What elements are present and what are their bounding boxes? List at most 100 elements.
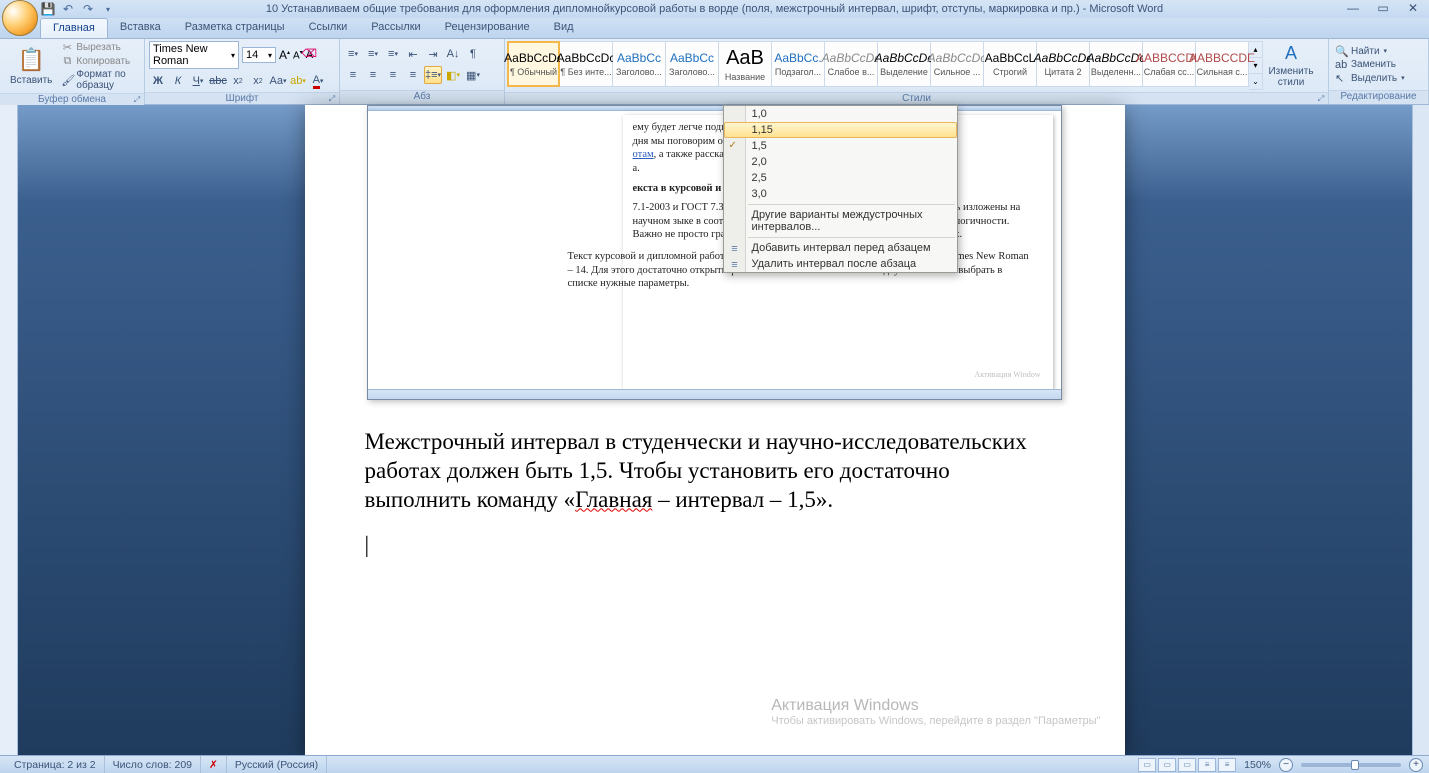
align-center-button[interactable]: ≡ bbox=[364, 66, 382, 84]
gallery-more-button[interactable]: ⌄ bbox=[1249, 74, 1262, 89]
close-button[interactable]: ✕ bbox=[1401, 1, 1425, 15]
style-item[interactable]: AABBCCDEСильная с... bbox=[1196, 41, 1249, 87]
style-item[interactable]: AaBbCcDcСлабое в... bbox=[825, 41, 878, 87]
window-title: 10 Устанавливаем общие требования для оф… bbox=[0, 3, 1429, 15]
sort-button[interactable]: A↓ bbox=[444, 45, 462, 63]
zoom-in-button[interactable]: + bbox=[1409, 758, 1423, 772]
font-color-button[interactable]: A▾ bbox=[309, 72, 327, 90]
zoom-out-button[interactable]: − bbox=[1279, 758, 1293, 772]
scissors-icon: ✂ bbox=[61, 41, 73, 54]
italic-button[interactable]: К bbox=[169, 72, 187, 90]
tab-page-layout[interactable]: Разметка страницы bbox=[173, 18, 297, 38]
status-page[interactable]: Страница: 2 из 2 bbox=[6, 756, 105, 773]
align-right-button[interactable]: ≡ bbox=[384, 66, 402, 84]
spacing-option-2.5[interactable]: 2,5 bbox=[724, 170, 957, 186]
subscript-button[interactable]: x2 bbox=[229, 72, 247, 90]
cut-button[interactable]: ✂Вырезать bbox=[58, 41, 140, 54]
find-button[interactable]: 🔍Найти▾ bbox=[1335, 45, 1422, 58]
numbering-button[interactable]: ≡▾ bbox=[364, 45, 382, 63]
borders-button[interactable]: ▦▾ bbox=[464, 66, 482, 84]
view-draft-button[interactable]: ≡ bbox=[1218, 758, 1236, 772]
spacing-other-options[interactable]: Другие варианты междустрочных интервалов… bbox=[724, 207, 957, 235]
tab-references[interactable]: Ссылки bbox=[297, 18, 360, 38]
justify-button[interactable]: ≡ bbox=[404, 66, 422, 84]
indent-button[interactable]: ⇥ bbox=[424, 45, 442, 63]
style-item[interactable]: AaBbCcDc¶ Обычный bbox=[507, 41, 560, 87]
font-size-combo[interactable]: 14▾ bbox=[242, 47, 276, 63]
style-item[interactable]: AaBbCcLСтрогий bbox=[984, 41, 1037, 87]
bold-button[interactable]: Ж bbox=[149, 72, 167, 90]
style-item[interactable]: AaBbCcDcСильное ... bbox=[931, 41, 984, 87]
style-name-label: Заголово... bbox=[669, 67, 715, 77]
status-words[interactable]: Число слов: 209 bbox=[105, 756, 201, 773]
strike-button[interactable]: abc bbox=[209, 72, 227, 90]
tab-review[interactable]: Рецензирование bbox=[433, 18, 542, 38]
tab-insert[interactable]: Вставка bbox=[108, 18, 173, 38]
select-button[interactable]: ↖Выделить▾ bbox=[1335, 72, 1422, 85]
change-styles-button[interactable]: A Изменить стили bbox=[1263, 41, 1319, 90]
remove-space-after[interactable]: ≡Удалить интервал после абзаца bbox=[724, 256, 957, 272]
superscript-button[interactable]: x2 bbox=[249, 72, 267, 90]
vertical-ruler[interactable] bbox=[0, 105, 18, 755]
copy-button[interactable]: ⧉Копировать bbox=[58, 55, 140, 68]
font-name-combo[interactable]: Times New Roman▾ bbox=[149, 41, 239, 69]
dialog-launcher-icon[interactable]: ⤢ bbox=[1316, 94, 1326, 104]
spacing-option-1.0[interactable]: 1,0 bbox=[724, 106, 957, 122]
align-left-button[interactable]: ≡ bbox=[344, 66, 362, 84]
status-bar: Страница: 2 из 2 Число слов: 209 ✗ Русск… bbox=[0, 755, 1429, 773]
redo-icon[interactable]: ↷ bbox=[80, 1, 96, 17]
replace-button[interactable]: abЗаменить bbox=[1335, 59, 1422, 71]
outdent-button[interactable]: ⇤ bbox=[404, 45, 422, 63]
style-item[interactable]: AaBНазвание bbox=[719, 41, 772, 87]
tab-mailings[interactable]: Рассылки bbox=[359, 18, 432, 38]
minimize-button[interactable]: — bbox=[1341, 1, 1365, 15]
add-space-before[interactable]: ≡Добавить интервал перед абзацем bbox=[724, 240, 957, 256]
qat-customize-icon[interactable]: ▾ bbox=[100, 1, 116, 17]
spacing-option-1.15[interactable]: 1,15 bbox=[724, 122, 957, 138]
save-icon[interactable]: 💾 bbox=[40, 1, 56, 17]
style-item[interactable]: AaBbCcЗаголово... bbox=[613, 41, 666, 87]
spacing-option-3.0[interactable]: 3,0 bbox=[724, 186, 957, 202]
vertical-scrollbar[interactable] bbox=[1412, 105, 1429, 755]
view-outline-button[interactable]: ≡ bbox=[1198, 758, 1216, 772]
view-web-button[interactable]: ▭ bbox=[1178, 758, 1196, 772]
style-item[interactable]: AaBbCcЗаголово... bbox=[666, 41, 719, 87]
clear-format-button[interactable]: A⌫ bbox=[306, 49, 313, 61]
grow-font-button[interactable]: A▴ bbox=[279, 48, 290, 62]
tab-home[interactable]: Главная bbox=[40, 18, 108, 38]
gallery-down-button[interactable]: ▾ bbox=[1249, 58, 1262, 74]
office-button[interactable] bbox=[2, 0, 38, 36]
document-paragraph[interactable]: Межстрочный интервал в студенчески и нау… bbox=[365, 428, 1055, 514]
view-reading-button[interactable]: ▭ bbox=[1158, 758, 1176, 772]
multilevel-button[interactable]: ≡▾ bbox=[384, 45, 402, 63]
style-name-label: Слабая сс... bbox=[1144, 67, 1195, 77]
shading-button[interactable]: ◧▾ bbox=[444, 66, 462, 84]
gallery-up-button[interactable]: ▴ bbox=[1249, 42, 1262, 58]
line-spacing-button[interactable]: ‡≡▾ bbox=[424, 66, 442, 84]
dialog-launcher-icon[interactable]: ⤢ bbox=[132, 95, 142, 105]
paste-button[interactable]: 📋 Вставить bbox=[4, 41, 58, 91]
underline-button[interactable]: Ч▾ bbox=[189, 72, 207, 90]
status-proofing[interactable]: ✗ bbox=[201, 756, 227, 773]
styles-gallery[interactable]: AaBbCcDc¶ ОбычныйAaBbCcDc¶ Без инте...Aa… bbox=[507, 41, 1249, 90]
view-print-layout-button[interactable]: ▭ bbox=[1138, 758, 1156, 772]
text-cursor-line[interactable]: | bbox=[365, 532, 1125, 558]
style-item[interactable]: AaBbCcDc¶ Без инте... bbox=[560, 41, 613, 87]
spacing-option-1.5[interactable]: ✓1,5 bbox=[724, 138, 957, 154]
undo-icon[interactable]: ↶ bbox=[60, 1, 76, 17]
spacing-option-2.0[interactable]: 2,0 bbox=[724, 154, 957, 170]
zoom-level[interactable]: 150% bbox=[1238, 759, 1277, 771]
maximize-button[interactable]: ▭ bbox=[1371, 1, 1395, 15]
tab-view[interactable]: Вид bbox=[542, 18, 586, 38]
dialog-launcher-icon[interactable]: ⤢ bbox=[327, 94, 337, 104]
highlight-button[interactable]: ab▾ bbox=[289, 72, 307, 90]
bullets-button[interactable]: ≡▾ bbox=[344, 45, 362, 63]
status-language[interactable]: Русский (Россия) bbox=[227, 756, 327, 773]
style-item[interactable]: AaBbCcDcВыделение bbox=[878, 41, 931, 87]
show-marks-button[interactable]: ¶ bbox=[464, 45, 482, 63]
format-painter-button[interactable]: 🖌Формат по образцу bbox=[58, 69, 140, 91]
zoom-slider[interactable] bbox=[1301, 763, 1401, 767]
style-item[interactable]: AaBbCc.Подзагол... bbox=[772, 41, 825, 87]
style-item[interactable]: AaBbCcDcЦитата 2 bbox=[1037, 41, 1090, 87]
case-button[interactable]: Aa▾ bbox=[269, 72, 287, 90]
